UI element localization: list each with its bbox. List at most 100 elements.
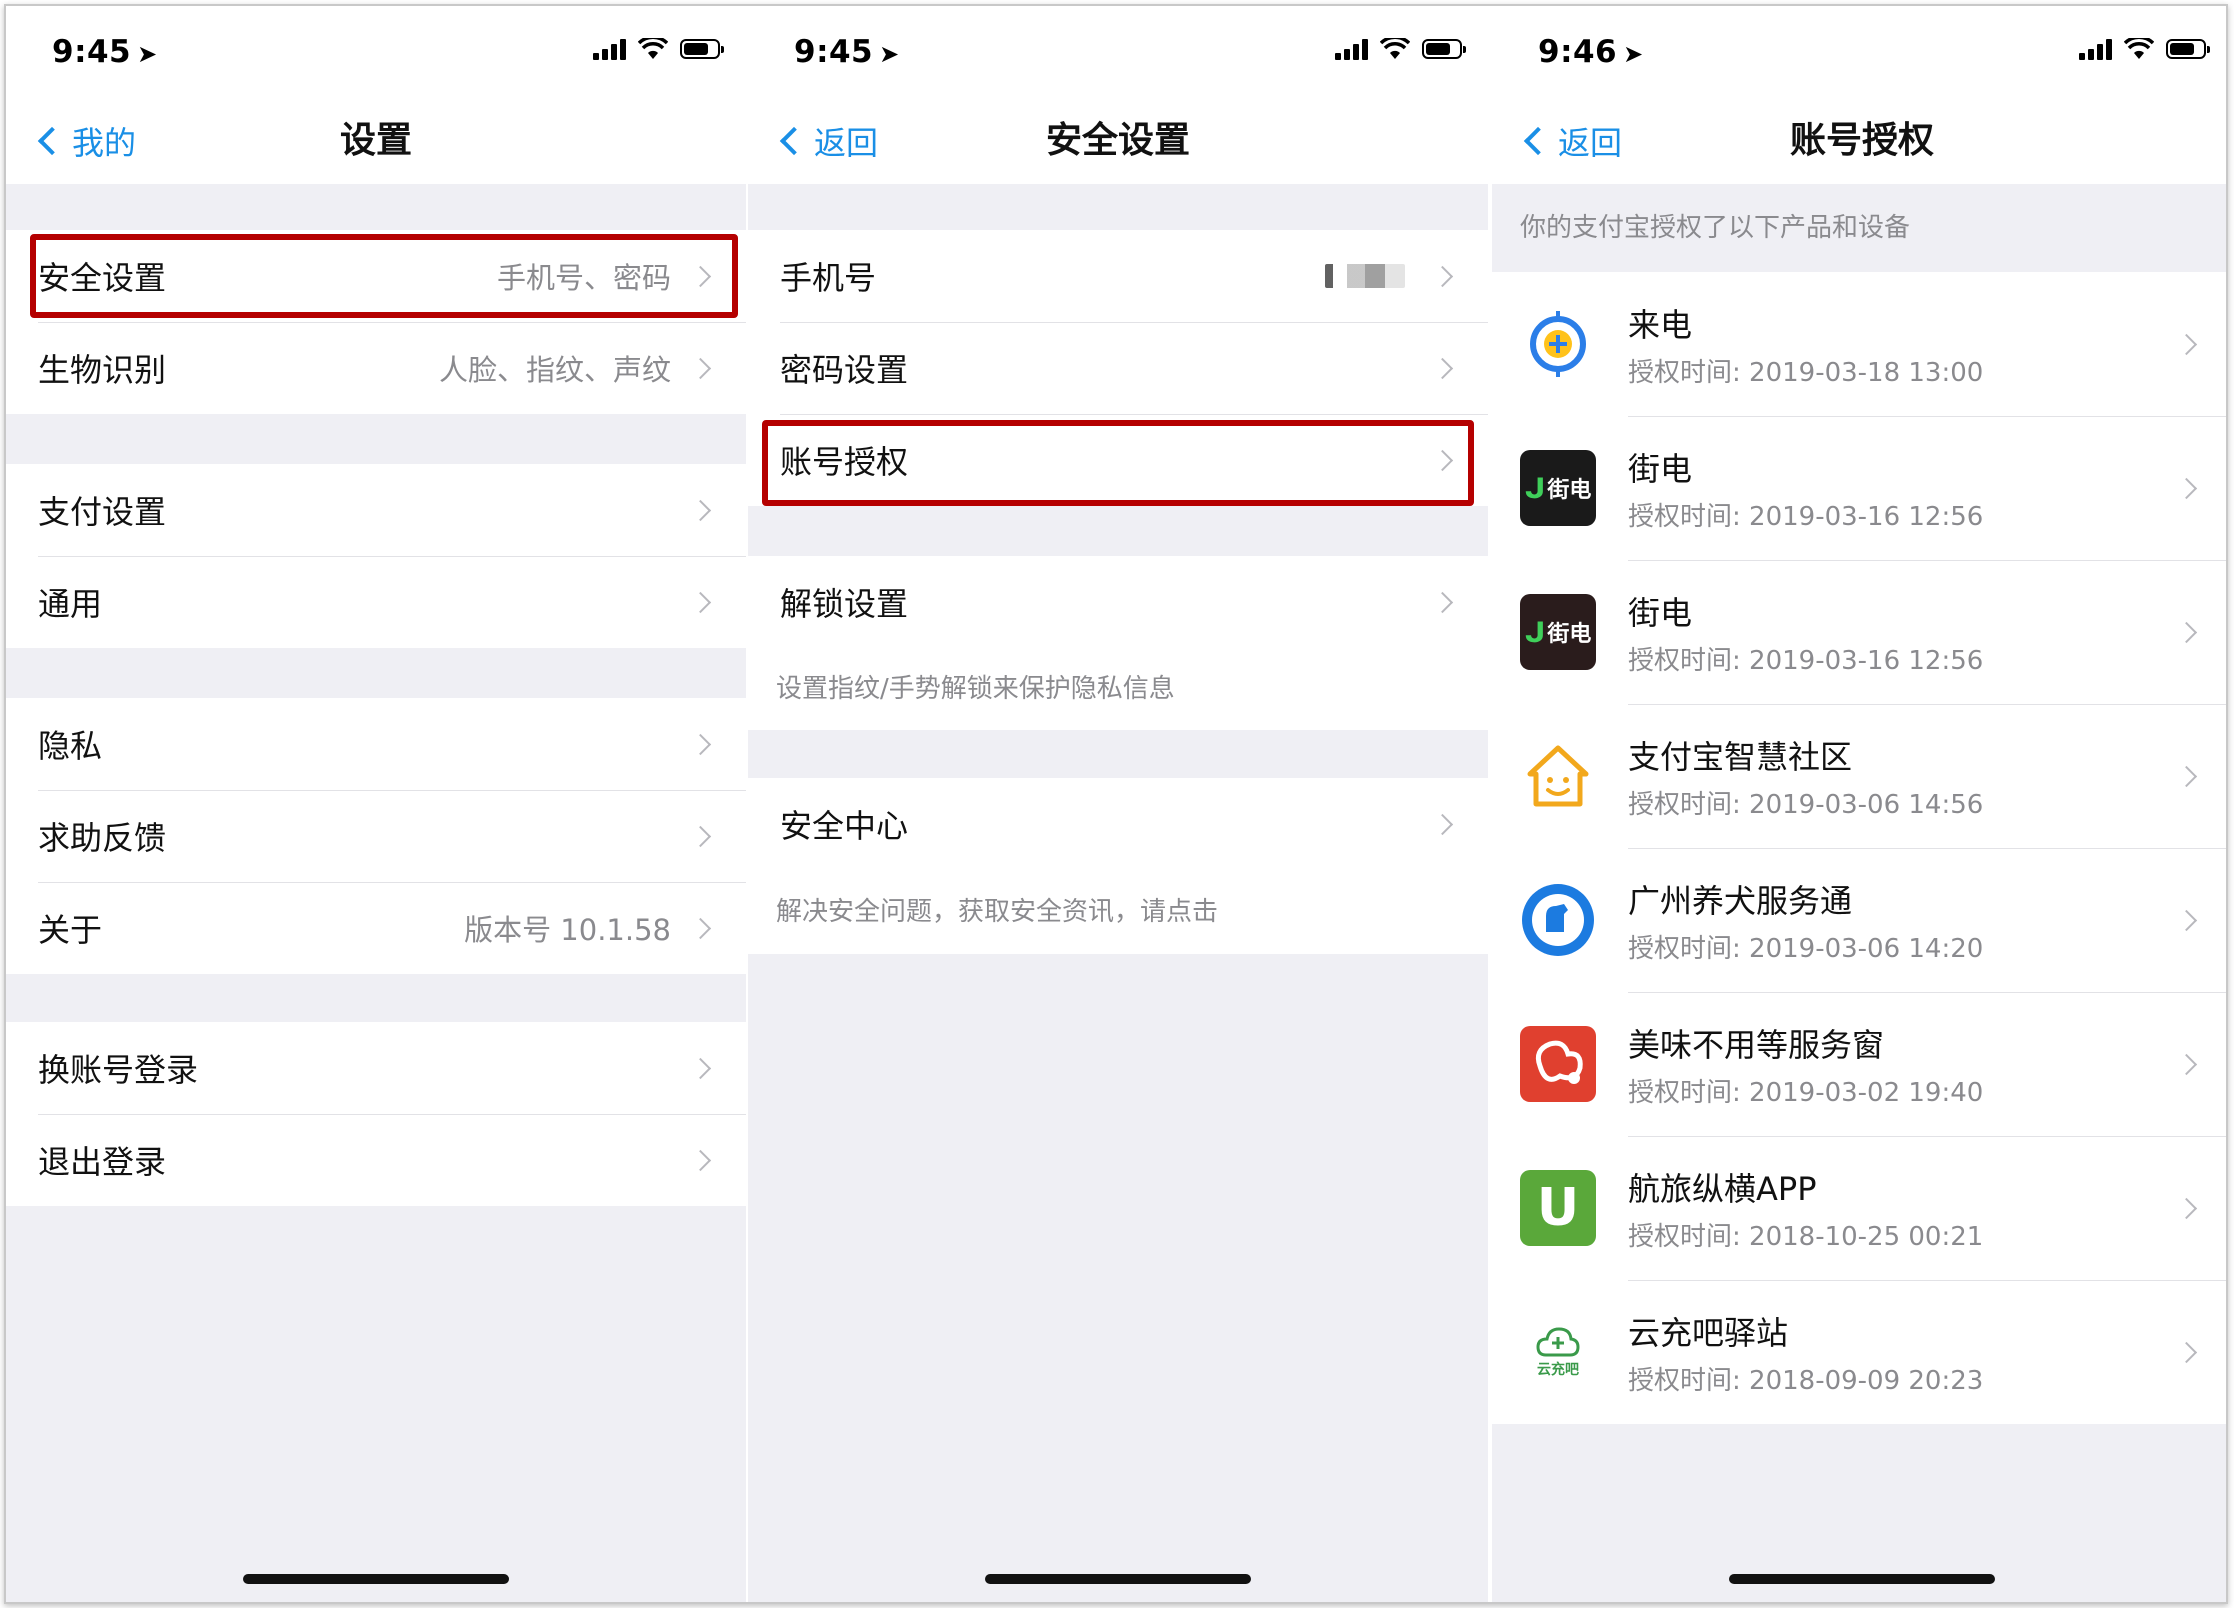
logo-text: 街电 [1547,622,1592,647]
security-item-security-center[interactable]: 安全中心 [748,778,1488,870]
app-name: 街电 [1628,449,1693,488]
authorized-app-row[interactable]: ᒍ 街电 街电 授权时间: 2019-03-16 12:56 [1492,416,2226,560]
chevron-right-icon [2175,909,2198,931]
security-group-unlock: 解锁设置 [748,556,1488,648]
chevron-right-icon [689,825,712,847]
chevron-right-icon [689,1149,712,1171]
settings-item-switch-account[interactable]: 换账号登录 [6,1022,746,1114]
jiedian-logo-mark: ᒍ [1524,471,1546,505]
logo-text: U [1536,1178,1580,1238]
item-label: 换账号登录 [38,1051,199,1089]
wifi-icon [2124,38,2154,59]
cellular-signal-icon [593,38,626,60]
auth-time: 授权时间: 2019-03-02 19:40 [1628,1077,1984,1108]
battery-icon [2166,39,2210,59]
logo-text: 街电 [1547,478,1592,503]
security-center-hint: 解决安全问题，获取安全资讯，请点击 [748,870,1488,954]
status-time: 9:46 ➤ [1538,34,1644,70]
hanglv-icon: U [1520,1170,1596,1246]
app-name: 航旅纵横APP [1628,1169,1817,1208]
location-arrow-icon: ➤ [137,40,158,68]
status-bar: 9:45 ➤ [748,6,1488,106]
item-value: 手机号、密码 [496,261,671,295]
settings-group-privacy: 隐私 求助反馈 关于 版本号 10.1.58 [6,698,746,974]
settings-group-general: 支付设置 通用 [6,464,746,648]
app-name: 云充吧驿站 [1628,1313,1789,1352]
item-label: 生物识别 [38,351,167,389]
chevron-right-icon [1431,449,1454,471]
chevron-right-icon [1431,265,1454,287]
settings-item-about[interactable]: 关于 版本号 10.1.58 [6,882,746,974]
app-name: 来电 [1628,305,1693,344]
chevron-right-icon [689,733,712,755]
jiedian-icon: ᒍ 街电 [1520,594,1596,670]
item-value: 版本号 10.1.58 [464,913,671,947]
authorized-app-row[interactable]: 支付宝智慧社区 授权时间: 2019-03-06 14:56 [1492,704,2226,848]
item-label: 手机号 [780,259,877,297]
location-arrow-icon: ➤ [879,40,900,68]
nav-bar: 返回 安全设置 [748,106,1488,184]
status-time: 9:45 ➤ [52,34,158,70]
page-title: 账号授权 [1789,120,1934,161]
security-item-unlock[interactable]: 解锁设置 [748,556,1488,648]
authorized-app-row[interactable]: U 航旅纵横APP 授权时间: 2018-10-25 00:21 [1492,1136,2226,1280]
account-authorization-screen: 9:46 ➤ 返回 账号授权 你的支付宝授权了以下产品和设备 来电授权时间: 20… [1492,6,2226,1602]
auth-time: 授权时间: 2018-10-25 00:21 [1628,1221,1984,1252]
item-label: 隐私 [38,727,103,765]
unlock-hint: 设置指纹/手势解锁来保护隐私信息 [748,648,1488,730]
settings-screen: 9:45 ➤ 我的 设置 安全设置 手机号、密码 生物识别 人脸、指纹、声纹 支付设置… [6,6,746,1602]
authorized-app-row[interactable]: ᒍ 街电 街电 授权时间: 2019-03-16 12:56 [1492,560,2226,704]
chevron-right-icon [2175,333,2198,355]
settings-group-security: 安全设置 手机号、密码 生物识别 人脸、指纹、声纹 [6,230,746,414]
meiwei-icon [1520,1026,1596,1102]
cellular-signal-icon [2079,38,2112,60]
security-item-phone[interactable]: 手机号 [748,230,1488,322]
authorized-app-row[interactable]: 广州养犬服务通 授权时间: 2019-03-06 14:20 [1492,848,2226,992]
yunchong-icon: 云充吧 [1520,1314,1596,1390]
item-label: 解锁设置 [780,585,909,623]
wifi-icon [638,38,668,59]
authorized-app-row[interactable]: 来电授权时间: 2019-03-18 13:00 [1492,272,2226,416]
settings-item-general[interactable]: 通用 [6,556,746,648]
chevron-right-icon [689,265,712,287]
jiedian-icon: ᒍ 街电 [1520,450,1596,526]
authorization-header: 你的支付宝授权了以下产品和设备 [1492,184,2226,272]
laidian-icon [1520,306,1596,382]
security-item-account-authorization[interactable]: 账号授权 [748,414,1488,506]
settings-item-privacy[interactable]: 隐私 [6,698,746,790]
auth-time: 授权时间: 2019-03-18 13:00 [1628,357,1984,388]
settings-item-security[interactable]: 安全设置 手机号、密码 [6,230,746,322]
app-name: 美味不用等服务窗 [1628,1025,1885,1064]
security-settings-screen: 9:45 ➤ 返回 安全设置 手机号 密码设置 账号授权 解锁设置 设置指纹/手势… [748,6,1488,1602]
status-time: 9:45 ➤ [794,34,900,70]
authorized-app-row[interactable]: 云充吧 云充吧驿站授权时间: 2018-09-09 20:23 [1492,1280,2226,1424]
chevron-right-icon [1431,357,1454,379]
settings-item-biometrics[interactable]: 生物识别 人脸、指纹、声纹 [6,322,746,414]
auth-time: 授权时间: 2019-03-16 12:56 [1628,501,1984,532]
settings-item-feedback[interactable]: 求助反馈 [6,790,746,882]
settings-item-payment[interactable]: 支付设置 [6,464,746,556]
nav-bar: 返回 账号授权 [1492,106,2226,184]
chevron-right-icon [2175,1197,2198,1219]
item-label: 支付设置 [38,493,167,531]
item-label: 求助反馈 [38,819,167,857]
logo-text: 云充吧 [1537,1362,1579,1378]
item-label: 安全设置 [38,259,167,297]
authorized-app-row[interactable]: 美味不用等服务窗授权时间: 2019-03-02 19:40 [1492,992,2226,1136]
wifi-icon [1380,38,1410,59]
chevron-right-icon [1431,591,1454,613]
security-item-password[interactable]: 密码设置 [748,322,1488,414]
chevron-right-icon [2175,1053,2198,1075]
chevron-right-icon [689,591,712,613]
auth-time: 授权时间: 2018-09-09 20:23 [1628,1365,1984,1396]
item-label: 通用 [38,585,103,623]
chevron-right-icon [689,1057,712,1079]
battery-icon [680,39,724,59]
nav-bar: 我的 设置 [6,106,746,184]
status-bar: 9:46 ➤ [1492,6,2226,106]
settings-item-logout[interactable]: 退出登录 [6,1114,746,1206]
location-arrow-icon: ➤ [1623,40,1644,68]
chevron-right-icon [2175,765,2198,787]
item-label: 密码设置 [780,351,909,389]
page-title: 设置 [339,120,412,161]
